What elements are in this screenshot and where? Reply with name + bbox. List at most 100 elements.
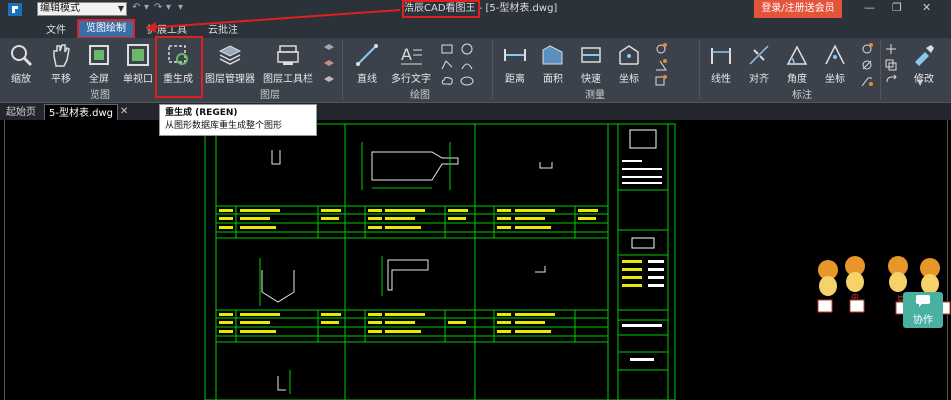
modify-rotate-icon[interactable] (884, 74, 898, 88)
login-register-button[interactable]: 登录/注册送会员 (754, 0, 842, 18)
distance-label: 距离 (505, 74, 525, 85)
modify-move-icon[interactable] (884, 42, 898, 56)
dim-aligned-icon (749, 45, 769, 65)
drawing-canvas[interactable]: 中 简 (0, 120, 951, 400)
collaborate-button[interactable]: 协作 (903, 292, 943, 328)
polyline-icon[interactable] (440, 58, 454, 72)
dim-leader-icon[interactable] (860, 74, 874, 88)
cloud-icon[interactable] (440, 74, 454, 88)
single-viewport-label: 单视口 (123, 74, 153, 85)
quick-measure-icon (581, 47, 601, 63)
cad-drawing (204, 123, 676, 400)
dim-angular-button[interactable]: 角度 (776, 40, 818, 90)
chevron-down-icon: ▼ (117, 4, 124, 13)
tab-close-icon[interactable]: ✕ (120, 106, 128, 117)
minimize-icon[interactable]: — (864, 1, 875, 14)
dim-diameter-icon[interactable] (860, 58, 874, 72)
modify-copy-icon[interactable] (884, 58, 898, 72)
mode-select[interactable]: 编辑模式 ▼ (37, 2, 127, 16)
area-icon (542, 45, 563, 65)
coordinate-measure-label: 坐标 (619, 74, 639, 85)
fullscreen-label: 全屏 (89, 74, 109, 85)
zoom-icon (11, 45, 33, 67)
arc-icon[interactable] (460, 58, 474, 72)
restore-icon[interactable]: ❐ (892, 1, 902, 14)
menu-extend-tools[interactable]: 扩展工具 (147, 21, 187, 36)
distance-button[interactable]: 距离 (494, 40, 536, 90)
group-separator (342, 40, 343, 100)
dim-coordinate-label: 坐标 (825, 74, 845, 85)
title-bar: 编辑模式 ▼ ↶ ▾ ↷ ▾ ▾ 浩辰CAD看图王 - [5-型材表.dwg] … (0, 0, 951, 18)
measure-angle-icon[interactable] (654, 58, 668, 72)
quick-measure-button[interactable]: 快速 (570, 40, 612, 90)
circle-icon[interactable] (460, 42, 474, 56)
ribbon: 缩放 平移 全屏 单视口 重生成 览图 图层管理器 图层工具栏 图层 直线 A … (0, 38, 951, 102)
hand-icon (53, 44, 70, 67)
layer-on-icon[interactable] (322, 42, 336, 56)
undo-dropdown-icon[interactable]: ▾ (144, 2, 149, 13)
close-icon[interactable]: ✕ (922, 1, 931, 14)
dim-aligned-button[interactable]: 对齐 (738, 40, 780, 90)
zoom-button[interactable]: 缩放 (0, 40, 42, 90)
menu-view-draw[interactable]: 览图绘制 (77, 19, 135, 39)
dim-radius-icon[interactable] (860, 42, 874, 56)
coordinate-icon (619, 45, 639, 65)
modify-button[interactable]: 修改 (904, 40, 944, 90)
collaborate-label: 协作 (913, 315, 933, 326)
mascot-char-zhong: 中 (851, 293, 859, 302)
dim-angular-label: 角度 (787, 74, 807, 85)
layer-toolbar-button[interactable]: 图层工具栏 (262, 40, 314, 90)
undo-icon[interactable]: ↶ (132, 2, 140, 13)
layer-isolate-icon[interactable] (322, 74, 336, 88)
mtext-button[interactable]: A 多行文字 (388, 40, 434, 90)
dim-linear-icon (711, 48, 731, 64)
mode-select-value: 编辑模式 (40, 3, 80, 14)
distance-icon (504, 49, 526, 61)
group-label-draw: 绘图 (410, 90, 430, 101)
mtext-label: 多行文字 (391, 74, 431, 85)
chat-icon (916, 295, 930, 307)
menu-cloud-annotate[interactable]: 云批注 (208, 21, 238, 36)
tab-start-page[interactable]: 起始页 (2, 104, 40, 121)
group-separator (880, 40, 881, 100)
layers-icon (218, 45, 242, 65)
fullscreen-button[interactable]: 全屏 (78, 40, 120, 90)
customize-toolbar-icon[interactable]: ▾ (178, 2, 183, 13)
ellipse-icon[interactable] (460, 74, 474, 88)
dim-linear-button[interactable]: 线性 (700, 40, 742, 90)
modify-icon (915, 45, 934, 66)
dim-coordinate-button[interactable]: 坐标 (814, 40, 856, 90)
title-highlight-box (402, 0, 480, 18)
group-separator (492, 40, 493, 100)
modify-dropdown-icon[interactable]: ▼ (917, 78, 923, 87)
measure-arc-icon[interactable] (654, 42, 668, 56)
layer-toolbar-icon (277, 45, 299, 65)
menu-file[interactable]: 文件 (46, 21, 66, 36)
tab-active-drawing[interactable]: 5-型材表.dwg (44, 104, 119, 121)
pan-button[interactable]: 平移 (40, 40, 82, 90)
zoom-label: 缩放 (11, 74, 31, 85)
line-button[interactable]: 直线 (346, 40, 388, 90)
group-label-layer: 图层 (260, 90, 280, 101)
single-viewport-button[interactable]: 单视口 (117, 40, 159, 90)
layer-manager-button[interactable]: 图层管理器 (205, 40, 255, 90)
layer-off-icon[interactable] (322, 58, 336, 72)
area-label: 面积 (543, 74, 563, 85)
group-label-view: 览图 (90, 90, 110, 101)
dim-linear-label: 线性 (711, 74, 731, 85)
document-tabs: 起始页 5-型材表.dwg ✕ (0, 102, 951, 121)
regen-highlight-box (155, 36, 203, 98)
viewport-icon (127, 44, 149, 66)
rectangle-icon[interactable] (440, 42, 454, 56)
regen-tooltip: 重生成 (REGEN) 从图形数据库重生成整个图形 (159, 104, 317, 136)
group-label-dim: 标注 (792, 90, 812, 101)
fullscreen-icon (89, 45, 109, 65)
redo-dropdown-icon[interactable]: ▾ (166, 2, 171, 13)
coordinate-measure-button[interactable]: 坐标 (608, 40, 650, 90)
redo-icon[interactable]: ↷ (154, 2, 162, 13)
line-icon (356, 44, 378, 66)
dim-angular-icon (786, 45, 808, 65)
pan-label: 平移 (51, 74, 71, 85)
area-button[interactable]: 面积 (532, 40, 574, 90)
measure-more-icon[interactable] (654, 74, 668, 88)
